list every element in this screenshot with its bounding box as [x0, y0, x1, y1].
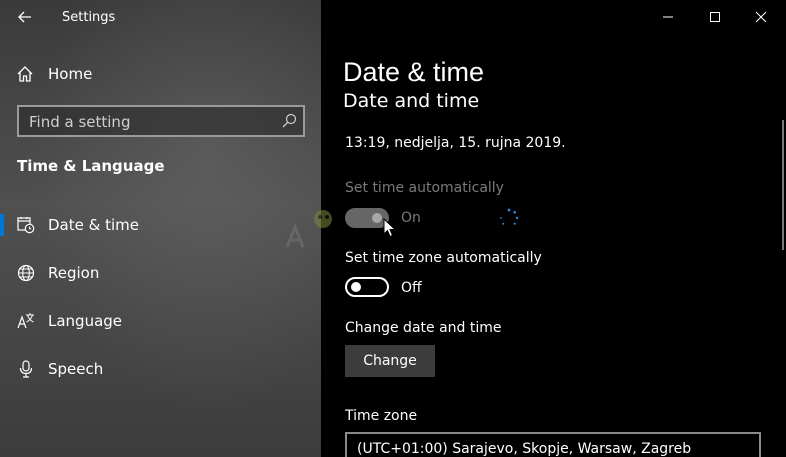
set-timezone-auto-state: Off [401, 280, 422, 296]
current-datetime: 13:19, nedjelja, 15. rujna 2019. [345, 135, 566, 151]
sidebar-item-label: Speech [48, 360, 104, 378]
timezone-label: Time zone [345, 408, 418, 424]
timezone-select[interactable]: (UTC+01:00) Sarajevo, Skopje, Warsaw, Za… [345, 432, 761, 457]
minimize-icon [663, 16, 673, 18]
close-icon [755, 11, 767, 23]
set-time-auto-state: On [401, 210, 421, 226]
sidebar-item-label: Region [48, 264, 100, 282]
sidebar-item-region[interactable]: Region [0, 255, 321, 291]
calendar-clock-icon [17, 217, 35, 234]
back-arrow-icon [18, 11, 31, 23]
watermark-logo-icon [285, 210, 332, 248]
globe-icon [17, 264, 35, 282]
minimize-button[interactable] [645, 0, 691, 34]
title-bar-left: Settings [0, 0, 321, 34]
home-link[interactable]: Home [16, 62, 92, 86]
set-timezone-auto-toggle[interactable] [345, 277, 389, 297]
home-icon [17, 66, 33, 82]
active-indicator [0, 214, 4, 236]
back-button[interactable] [12, 5, 38, 29]
search-icon [282, 113, 297, 128]
search-placeholder: Find a setting [29, 113, 131, 131]
close-button[interactable] [738, 0, 784, 34]
sidebar-item-language[interactable]: Language [0, 303, 321, 339]
timezone-value: (UTC+01:00) Sarajevo, Skopje, Warsaw, Za… [357, 441, 692, 457]
maximize-button[interactable] [692, 0, 738, 34]
search-input[interactable]: Find a setting [17, 105, 305, 137]
sidebar-item-date-time[interactable]: Date & time [0, 207, 321, 243]
toggle-knob [372, 213, 382, 223]
set-timezone-auto-label: Set time zone automatically [345, 250, 542, 266]
change-date-time-label: Change date and time [345, 320, 502, 336]
toggle-knob [351, 282, 361, 292]
maximize-icon [710, 12, 720, 22]
scrollbar[interactable] [782, 120, 784, 250]
sidebar-item-label: Language [48, 312, 123, 330]
page-title: Date & time [343, 57, 485, 87]
set-time-auto-label: Set time automatically [345, 180, 504, 196]
microphone-icon [19, 360, 33, 378]
loading-spinner-icon [500, 208, 519, 225]
section-heading: Date and time [343, 91, 479, 111]
change-button[interactable]: Change [345, 345, 435, 377]
sidebar: Settings Home Find a setting Time & Lang… [0, 0, 321, 457]
home-label: Home [48, 65, 93, 83]
app-title: Settings [62, 10, 116, 25]
sidebar-item-label: Date & time [48, 216, 139, 234]
section-title: Time & Language [17, 157, 165, 175]
language-icon [17, 313, 34, 329]
sidebar-item-speech[interactable]: Speech [0, 351, 321, 387]
mouse-cursor-icon [383, 218, 397, 238]
section-heading-text: Date and time [343, 91, 480, 111]
